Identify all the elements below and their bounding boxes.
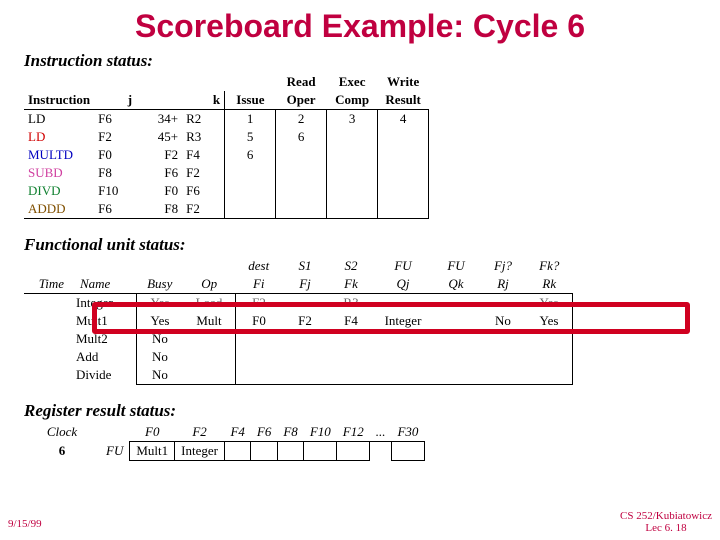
reg-val-f30 [391, 442, 424, 461]
instr-row: DIVDF10F0F6 [24, 182, 429, 200]
reg-f8: F8 [277, 423, 303, 442]
fu-status-heading: Functional unit status: [0, 235, 720, 255]
hdr-qk: Qk [432, 275, 480, 294]
hdr-result: Result [378, 91, 429, 110]
hdr-j: j [94, 91, 136, 110]
footer-course: CS 252/Kubiatowicz Lec 6. 18 [620, 510, 712, 534]
hdr-rk: Rk [526, 275, 573, 294]
instr-row: LDF634+R21234 [24, 110, 429, 129]
reg-status-table: Clock F0 F2 F4 F6 F8 F10 F12 ... F30 6 F… [24, 423, 425, 461]
instr-row: SUBDF8F6F2 [24, 164, 429, 182]
footer-course-text: CS 252/Kubiatowicz [620, 510, 712, 522]
hdr-time: Time [24, 275, 72, 294]
hdr-fjq: Fj? [480, 257, 526, 275]
reg-val-f8 [277, 442, 303, 461]
hdr-fj: Fj [282, 275, 328, 294]
hdr-busy: Busy [137, 275, 184, 294]
hdr-fk: Fk [328, 275, 374, 294]
fu-label: FU [100, 442, 130, 461]
reg-status-heading: Register result status: [0, 401, 720, 421]
fu-row: Mult2No [24, 330, 573, 348]
hdr-k: k [182, 91, 225, 110]
instr-row: LDF245+R356 [24, 128, 429, 146]
hdr-dest: dest [236, 257, 283, 275]
hdr-name: Name [72, 275, 137, 294]
hdr-comp: Comp [327, 91, 378, 110]
instruction-status-table: Read Exec Write Instruction j k Issue Op… [24, 73, 429, 219]
instr-row: MULTDF0F2F46 [24, 146, 429, 164]
reg-val-f6 [251, 442, 277, 461]
reg-val-dots [370, 442, 392, 461]
reg-val-f10 [304, 442, 337, 461]
reg-f30: F30 [391, 423, 424, 442]
reg-f6: F6 [251, 423, 277, 442]
hdr-write: Write [378, 73, 429, 91]
hdr-issue: Issue [225, 91, 276, 110]
hdr-fi: Fi [236, 275, 283, 294]
fu-row: IntegerYesLoadF2R3Yes [24, 294, 573, 313]
fu-row: DivideNo [24, 366, 573, 385]
clock-label: Clock [24, 423, 100, 442]
slide-title: Scoreboard Example: Cycle 6 [0, 0, 720, 51]
fu-status-table: dest S1 S2 FU FU Fj? Fk? Time Name Busy … [24, 257, 573, 385]
fu-row: Mult1YesMultF0F2F4IntegerNoYes [24, 312, 573, 330]
reg-dots: ... [370, 423, 392, 442]
footer-lec-text: Lec 6. 18 [645, 522, 686, 534]
instr-row: ADDDF6F8F2 [24, 200, 429, 219]
hdr-read: Read [276, 73, 327, 91]
hdr-s1: S1 [282, 257, 328, 275]
hdr-op: Op [183, 275, 236, 294]
hdr-fkq: Fk? [526, 257, 573, 275]
hdr-fuqk: FU [432, 257, 480, 275]
reg-f10: F10 [304, 423, 337, 442]
footer-date: 9/15/99 [8, 518, 42, 530]
reg-val-f4 [224, 442, 250, 461]
reg-val-f2: Integer [175, 442, 225, 461]
reg-f12: F12 [337, 423, 370, 442]
reg-f2: F2 [175, 423, 225, 442]
clock-value: 6 [24, 442, 100, 461]
hdr-s2: S2 [328, 257, 374, 275]
hdr-fuqj: FU [374, 257, 432, 275]
fu-row: AddNo [24, 348, 573, 366]
hdr-instruction: Instruction [24, 91, 94, 110]
hdr-rj: Rj [480, 275, 526, 294]
instr-status-heading: Instruction status: [0, 51, 720, 71]
reg-val-f0: Mult1 [130, 442, 175, 461]
reg-f4: F4 [224, 423, 250, 442]
reg-val-f12 [337, 442, 370, 461]
reg-f0: F0 [130, 423, 175, 442]
hdr-qj: Qj [374, 275, 432, 294]
hdr-oper: Oper [276, 91, 327, 110]
hdr-exec: Exec [327, 73, 378, 91]
